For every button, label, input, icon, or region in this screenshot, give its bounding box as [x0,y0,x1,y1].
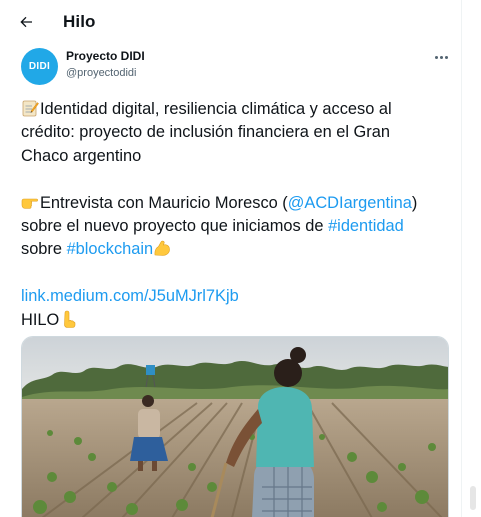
tweet-text-line5: sobre el nuevo proyecto que iniciamos de [21,217,329,236]
avatar-text: DIDI [28,61,51,72]
medium-link[interactable]: link.medium.com/J5uMJrl7Kjb [21,287,239,305]
tweet-line: Identidad digital, resiliencia climática… [21,98,451,121]
tweet-text-line4-end: ) [411,193,418,212]
tweet-text-line1: Identidad digital, resiliencia climática… [40,100,392,118]
hashtag-link-blockchain[interactable]: #blockchain [67,240,154,258]
author-name[interactable]: Proyecto DIDI [66,49,145,63]
tweet-text: Identidad digital, resiliencia climática… [21,98,451,332]
author-handle[interactable]: @proyectodidi [66,67,136,79]
tweet-line: HILO [21,309,451,332]
mention-link[interactable]: @ACDIargentina [288,194,412,212]
memo-emoji [21,99,39,117]
more-horizontal-icon [434,55,438,59]
tweet-text-hilo: HILO [21,310,60,329]
thread-header: Hilo [0,0,462,44]
scrollbar-thumb[interactable] [470,486,476,510]
back-button[interactable] [13,9,39,35]
scrollbar-track[interactable] [462,0,481,517]
tweet-line: Entrevista con Mauricio Moresco (@ACDIar… [21,192,451,215]
tweet-line: sobre el nuevo proyecto que iniciamos de… [21,215,451,238]
more-options-button[interactable] [430,48,452,66]
tweet-text-line6: sobre [21,240,67,259]
tweet-line: sobre #blockchain [21,238,451,261]
backhand-index-pointing-right-emoji [21,193,39,211]
arrow-left-icon [20,16,32,28]
flexed-biceps-emoji [153,239,171,257]
tweet-text-line2: crédito: proyecto de inclusión financier… [21,123,390,142]
tweet-text-line3: Chaco argentino [21,146,142,165]
tweet-line: link.medium.com/J5uMJrl7Kjb [21,285,451,308]
thread-panel: Hilo DIDI Proyecto DIDI @proyectodidi Id… [0,0,462,517]
tweet-author: DIDI Proyecto DIDI @proyectodidi [0,44,462,90]
tweet-text-line4: Entrevista con Mauricio Moresco ( [40,193,288,212]
avatar[interactable]: DIDI [21,48,58,85]
hashtag-link-identidad[interactable]: #identidad [328,217,404,235]
tweet-media-photo[interactable] [21,336,449,517]
page-title: Hilo [63,12,96,31]
backhand-index-pointing-down-emoji [59,310,77,328]
